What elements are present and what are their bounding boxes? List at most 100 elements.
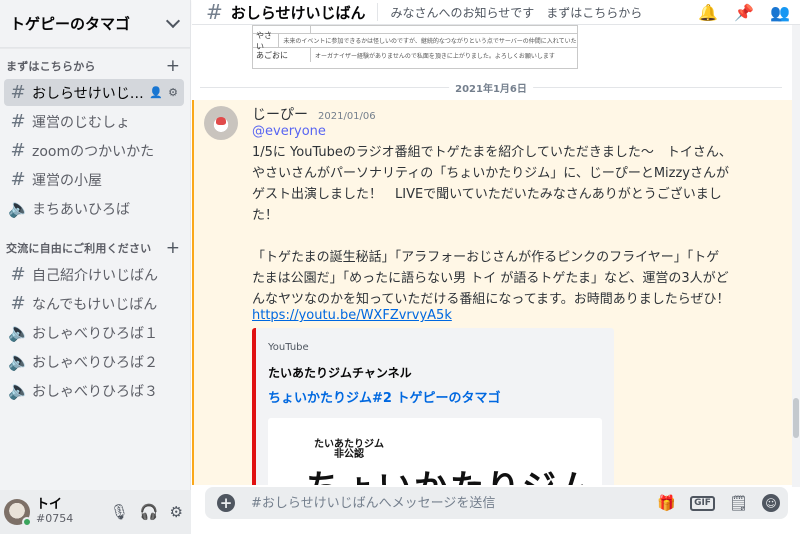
gear-icon[interactable]: ⚙ xyxy=(168,86,178,99)
gear-icon[interactable]: ⚙ xyxy=(170,503,183,521)
channel-label: なんでもけいじばん xyxy=(32,296,158,313)
channel-label: まちあいひろば xyxy=(32,201,130,218)
author-name[interactable]: じーぴー xyxy=(252,104,308,124)
voice-channel-icon: 🔈 xyxy=(8,322,31,343)
channel-item-jikoshokai[interactable]: # 自己紹介けいじばん xyxy=(4,261,184,288)
channel-item-machiai[interactable]: 🔈 まちあいひろば xyxy=(4,195,184,222)
headphones-icon[interactable]: 🎧 xyxy=(140,503,159,521)
embed-author[interactable]: たいあたりジムチャンネル xyxy=(268,364,412,381)
table-cell: あごおに xyxy=(253,48,311,62)
gift-icon[interactable]: 🎁 xyxy=(657,494,676,512)
channel-label: 運営のじむしょ xyxy=(32,114,130,131)
embed-title[interactable]: ちょいかたりジム#2 トゲピーのタマゴ xyxy=(268,387,500,406)
channel-topic[interactable]: みなさんへのお知らせです まずはこちらから xyxy=(390,4,698,21)
message-list[interactable]: やさい 未来のイベントに参加できるかは怪しいのですが、継続的なつながりという点で… xyxy=(192,25,792,485)
avatar[interactable] xyxy=(4,499,32,527)
channel-label: おしらせけいじば... xyxy=(32,85,146,102)
youtube-embed: YouTube たいあたりジムチャンネル ちょいかたりジム#2 トゲピーのタマゴ… xyxy=(252,328,614,485)
channel-label: おしゃべりひろば１ xyxy=(32,325,158,342)
gif-button[interactable]: GIF xyxy=(690,495,715,511)
timestamp: 2021/01/06 xyxy=(318,111,376,122)
message-input[interactable] xyxy=(251,495,658,511)
channel-label: 運営の小屋 xyxy=(32,172,102,189)
user-info[interactable]: トイ #0754 xyxy=(36,497,110,526)
message-body: 1/5に YouTubeのラジオ番組でトゲたまを紹介していただきました～ トイさ… xyxy=(252,142,782,310)
text-channel-icon: # xyxy=(10,140,26,161)
channel-item-oshaberi-2[interactable]: 🔈 おしゃべりひろば２ xyxy=(4,348,184,375)
channel-item-oshaberi-3[interactable]: 🔈 おしゃべりひろば３ xyxy=(4,377,184,404)
scrollbar-thumb[interactable] xyxy=(793,398,799,438)
members-icon[interactable]: 👥 xyxy=(770,3,790,22)
date-divider: 2021年1月6日 xyxy=(200,80,782,95)
add-channel-icon[interactable]: + xyxy=(166,57,180,75)
message-line: 「トゲたまの誕生秘話」「アラフォーおじさんが作るピンクのフライヤー」「トゲ xyxy=(252,250,720,265)
table-row: やさい 未来のイベントに参加できるかは怪しいのですが、継続的なつながりという点で… xyxy=(253,31,577,51)
message[interactable]: じーぴー 2021/01/06 @everyone 1/5に YouTubeのラ… xyxy=(192,100,792,485)
previous-message-image[interactable]: やさい 未来のイベントに参加できるかは怪しいのですが、継続的なつながりという点で… xyxy=(252,25,578,69)
channel-label: おしゃべりひろば３ xyxy=(32,383,158,400)
voice-channel-icon: 🔈 xyxy=(8,351,31,372)
channel-item-zoom[interactable]: # zoomのつかいかた xyxy=(4,137,184,164)
channel-label: おしゃべりひろば２ xyxy=(32,354,158,371)
user-tag: #0754 xyxy=(36,512,74,526)
username: トイ xyxy=(36,497,63,513)
chevron-down-icon[interactable] xyxy=(165,13,181,29)
text-channel-icon: # xyxy=(10,264,26,285)
channel-label: 自己紹介けいじばん xyxy=(32,267,158,284)
message-line: た！ xyxy=(252,208,279,223)
sticker-icon[interactable]: 🗒 xyxy=(729,494,748,512)
author-avatar[interactable] xyxy=(204,106,238,140)
message-line xyxy=(252,226,782,247)
message-line: んなヤツなのかを知っていただける番組になってます。お時間ありましたらぜひ！ xyxy=(252,292,730,307)
table-row xyxy=(253,26,577,34)
attach-plus-icon[interactable]: + xyxy=(217,494,235,512)
text-channel-icon: # xyxy=(10,169,26,190)
message-header: じーぴー 2021/01/06 xyxy=(252,104,376,124)
channel-item-osirase[interactable]: # おしらせけいじば... 👤 ⚙ xyxy=(4,79,184,106)
server-header[interactable]: トゲピーのタマゴ xyxy=(0,0,190,48)
add-channel-icon[interactable]: + xyxy=(166,239,180,257)
microphone-icon[interactable]: 🎙 xyxy=(110,503,129,521)
channel-item-koya[interactable]: # 運営の小屋 xyxy=(4,166,184,193)
embed-provider: YouTube xyxy=(268,342,309,353)
video-thumbnail[interactable]: たいあたりジム 非公認 ちょいかたりジム xyxy=(268,418,602,485)
message-line: ゲスト出演しました！ LIVEで聞いていただいたみなさんありがとうございまし xyxy=(252,187,722,202)
text-channel-icon: # xyxy=(10,82,26,103)
table-row: あごおに オーガナイザー経験がありませんので私面を頂きに上がりました。よろしくお… xyxy=(253,48,577,62)
message-line: やさいさんがパーソナリティの「ちょいかたりジム」に、じーぴーとMizzyさんが xyxy=(252,166,729,181)
bell-icon[interactable]: 🔔 xyxy=(698,3,718,22)
category-header[interactable]: 交流に自由にご利用ください + xyxy=(0,236,190,260)
channel-header: # おしらせけいじばん みなさんへのお知らせです まずはこちらから 🔔 📌 👥 xyxy=(192,0,800,25)
youtube-link[interactable]: https://youtu.be/WXFZvrvyA5k xyxy=(252,308,452,323)
thumbnail-caption: たいあたりジム 非公認 xyxy=(314,439,384,460)
table-cell: 未来のイベントに参加できるかは怪しいのですが、継続的なつながりという点でサーバー… xyxy=(283,38,577,45)
everyone-mention[interactable]: @everyone xyxy=(252,124,326,139)
channel-item-jimusho[interactable]: # 運営のじむしょ xyxy=(4,108,184,135)
message-line: 1/5に YouTubeのラジオ番組でトゲたまを紹介していただきました～ トイさ… xyxy=(252,145,732,160)
message-line: たまは公園だ」「めったに語らない男 トイ が語るトゲたま」など、運営の3人がど xyxy=(252,271,729,286)
invite-icon[interactable]: 👤 xyxy=(149,86,163,99)
table-cell: やさい xyxy=(253,31,280,51)
text-channel-icon: # xyxy=(10,293,26,314)
pin-icon[interactable]: 📌 xyxy=(734,3,754,22)
category-label: まずはこちらから xyxy=(6,60,96,73)
server-name: トゲピーのタマゴ xyxy=(10,15,131,33)
thumbnail-title: ちょいかたりジム xyxy=(306,460,594,485)
table-cell: オーガナイザー経験がありませんので私面を頂きに上がりました。よろしくお願いします xyxy=(315,52,555,60)
channel-sidebar: トゲピーのタマゴ まずはこちらから + # おしらせけいじば... 👤 ⚙ # … xyxy=(0,0,191,534)
category-label: 交流に自由にご利用ください xyxy=(6,242,152,255)
channel-title: おしらせけいじばん xyxy=(230,3,366,22)
channel-item-nandemo[interactable]: # なんでもけいじばん xyxy=(4,290,184,317)
voice-channel-icon: 🔈 xyxy=(8,198,31,219)
online-status-icon xyxy=(22,517,32,527)
category-header[interactable]: まずはこちらから + xyxy=(0,54,190,78)
message-composer: + 🎁 GIF 🗒 ☺ xyxy=(205,487,788,519)
date-label: 2021年1月6日 xyxy=(449,80,533,95)
user-panel: トイ #0754 🎙 🎧 ⚙ xyxy=(0,490,191,534)
divider xyxy=(377,3,379,21)
voice-channel-icon: 🔈 xyxy=(8,380,31,401)
channel-item-oshaberi-1[interactable]: 🔈 おしゃべりひろば１ xyxy=(4,319,184,346)
text-channel-icon: # xyxy=(206,0,223,24)
emoji-icon[interactable]: ☺ xyxy=(762,494,780,512)
channel-label: zoomのつかいかた xyxy=(32,143,155,160)
